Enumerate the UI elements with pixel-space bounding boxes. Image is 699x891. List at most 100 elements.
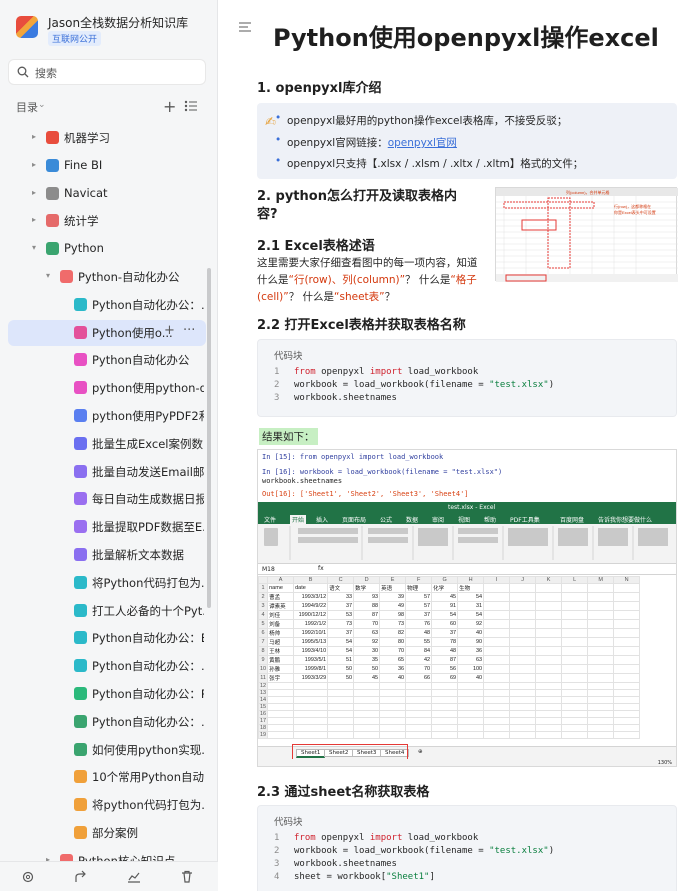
caret-down-icon[interactable]: ▾	[46, 271, 50, 280]
cell[interactable]	[483, 601, 511, 611]
row-header[interactable]: 6	[258, 628, 269, 638]
cell[interactable]: 数学	[353, 583, 381, 593]
caret-down-icon[interactable]: ▾	[32, 243, 36, 252]
caret-right-icon[interactable]: ▸	[32, 160, 36, 169]
sidebar-item[interactable]: 将python代码打包为....	[8, 792, 206, 818]
cell[interactable]	[587, 583, 615, 593]
cell[interactable]	[535, 664, 563, 674]
cell[interactable]	[327, 731, 355, 739]
cell[interactable]	[327, 696, 355, 704]
cell[interactable]: 54	[431, 610, 459, 620]
cell[interactable]	[535, 610, 563, 620]
cell[interactable]: 物理	[405, 583, 433, 593]
cell[interactable]: 1993/5/1	[293, 655, 329, 665]
cell[interactable]	[587, 703, 615, 711]
cell[interactable]: 53	[327, 610, 355, 620]
cell[interactable]	[587, 682, 615, 690]
cell[interactable]: 曹孟	[267, 592, 295, 602]
cell[interactable]	[327, 703, 355, 711]
cell[interactable]	[587, 619, 615, 629]
cell[interactable]	[561, 724, 589, 732]
cell[interactable]	[613, 673, 641, 683]
cell[interactable]	[587, 610, 615, 620]
cell[interactable]: 87	[353, 610, 381, 620]
cell[interactable]	[293, 731, 329, 739]
cell[interactable]: 91	[431, 601, 459, 611]
trash-icon[interactable]	[180, 870, 194, 884]
sidebar-item[interactable]: Python使用o... + ···	[8, 319, 206, 346]
cell[interactable]	[561, 637, 589, 647]
excel-tab[interactable]: PDF工具集	[510, 515, 540, 524]
cell[interactable]	[405, 710, 433, 718]
sidebar-item[interactable]: 批量解析文本数据	[8, 542, 206, 568]
cell[interactable]	[535, 696, 563, 704]
cell[interactable]: 1993/3/12	[293, 592, 329, 602]
cell[interactable]	[327, 682, 355, 690]
cell[interactable]: 黄鹏	[267, 655, 295, 665]
cell[interactable]: 54	[327, 646, 355, 656]
excel-tab[interactable]: 插入	[316, 515, 328, 524]
cell[interactable]: 88	[353, 601, 381, 611]
cell[interactable]	[327, 717, 355, 725]
cell[interactable]: 1993/4/10	[293, 646, 329, 656]
cell[interactable]	[561, 703, 589, 711]
cell[interactable]	[457, 724, 485, 732]
openpyxl-site-link[interactable]: openpyxl官网	[388, 137, 457, 149]
cell[interactable]: 36	[457, 646, 485, 656]
cell[interactable]	[293, 703, 329, 711]
row-header[interactable]: 13	[258, 689, 269, 697]
cell[interactable]	[613, 610, 641, 620]
cell[interactable]	[353, 710, 381, 718]
column-header[interactable]: B	[293, 576, 329, 584]
column-header[interactable]: D	[353, 576, 381, 584]
cell[interactable]: 30	[353, 646, 381, 656]
cell[interactable]	[267, 703, 295, 711]
menu-icon[interactable]	[239, 22, 251, 32]
add-child-icon[interactable]: +	[164, 323, 175, 338]
sidebar-item[interactable]: python使用PyPDF2和...	[8, 403, 206, 429]
row-header[interactable]: 14	[258, 696, 269, 704]
cell[interactable]	[587, 724, 615, 732]
row-header[interactable]: 11	[258, 673, 269, 683]
cell[interactable]: 54	[457, 610, 485, 620]
cell[interactable]: 化学	[431, 583, 459, 593]
cell[interactable]: 孙雅	[267, 664, 295, 674]
row-header[interactable]: 10	[258, 664, 269, 674]
cell[interactable]: 50	[327, 664, 355, 674]
sidebar-item[interactable]: 将Python代码打包为...	[8, 570, 206, 596]
excel-tab[interactable]: 页面布局	[342, 515, 366, 524]
cell[interactable]	[561, 610, 589, 620]
cell[interactable]	[327, 724, 355, 732]
column-header[interactable]: J	[509, 576, 537, 584]
column-header[interactable]: G	[431, 576, 459, 584]
cell[interactable]	[509, 637, 537, 647]
cell[interactable]	[483, 655, 511, 665]
cell[interactable]: 63	[353, 628, 381, 638]
column-header[interactable]: N	[613, 576, 641, 584]
cell[interactable]	[587, 664, 615, 674]
cell[interactable]: 40	[457, 673, 485, 683]
cell[interactable]: 54	[327, 637, 355, 647]
cell[interactable]	[327, 689, 355, 697]
cell[interactable]	[379, 731, 407, 739]
cell[interactable]	[613, 592, 641, 602]
cell[interactable]	[561, 710, 589, 718]
cell[interactable]	[483, 731, 511, 739]
cell[interactable]: 56	[431, 664, 459, 674]
cell[interactable]	[431, 696, 459, 704]
cell[interactable]	[405, 689, 433, 697]
cell[interactable]	[457, 682, 485, 690]
cell[interactable]	[483, 592, 511, 602]
excel-tab[interactable]: 开始	[290, 515, 307, 524]
column-header[interactable]: E	[379, 576, 407, 584]
cell[interactable]: 63	[457, 655, 485, 665]
cell[interactable]: 73	[327, 619, 355, 629]
list-options-icon[interactable]	[184, 99, 198, 113]
cell[interactable]	[457, 717, 485, 725]
cell[interactable]	[613, 637, 641, 647]
knowledge-base-header[interactable]: Jason全栈数据分析知识库 互联网公开	[14, 12, 214, 46]
cell[interactable]: name	[267, 583, 295, 593]
sidebar-item[interactable]: Python自动化办公：E...	[8, 625, 206, 651]
cell[interactable]	[509, 610, 537, 620]
cell[interactable]: 1992/10/1	[293, 628, 329, 638]
